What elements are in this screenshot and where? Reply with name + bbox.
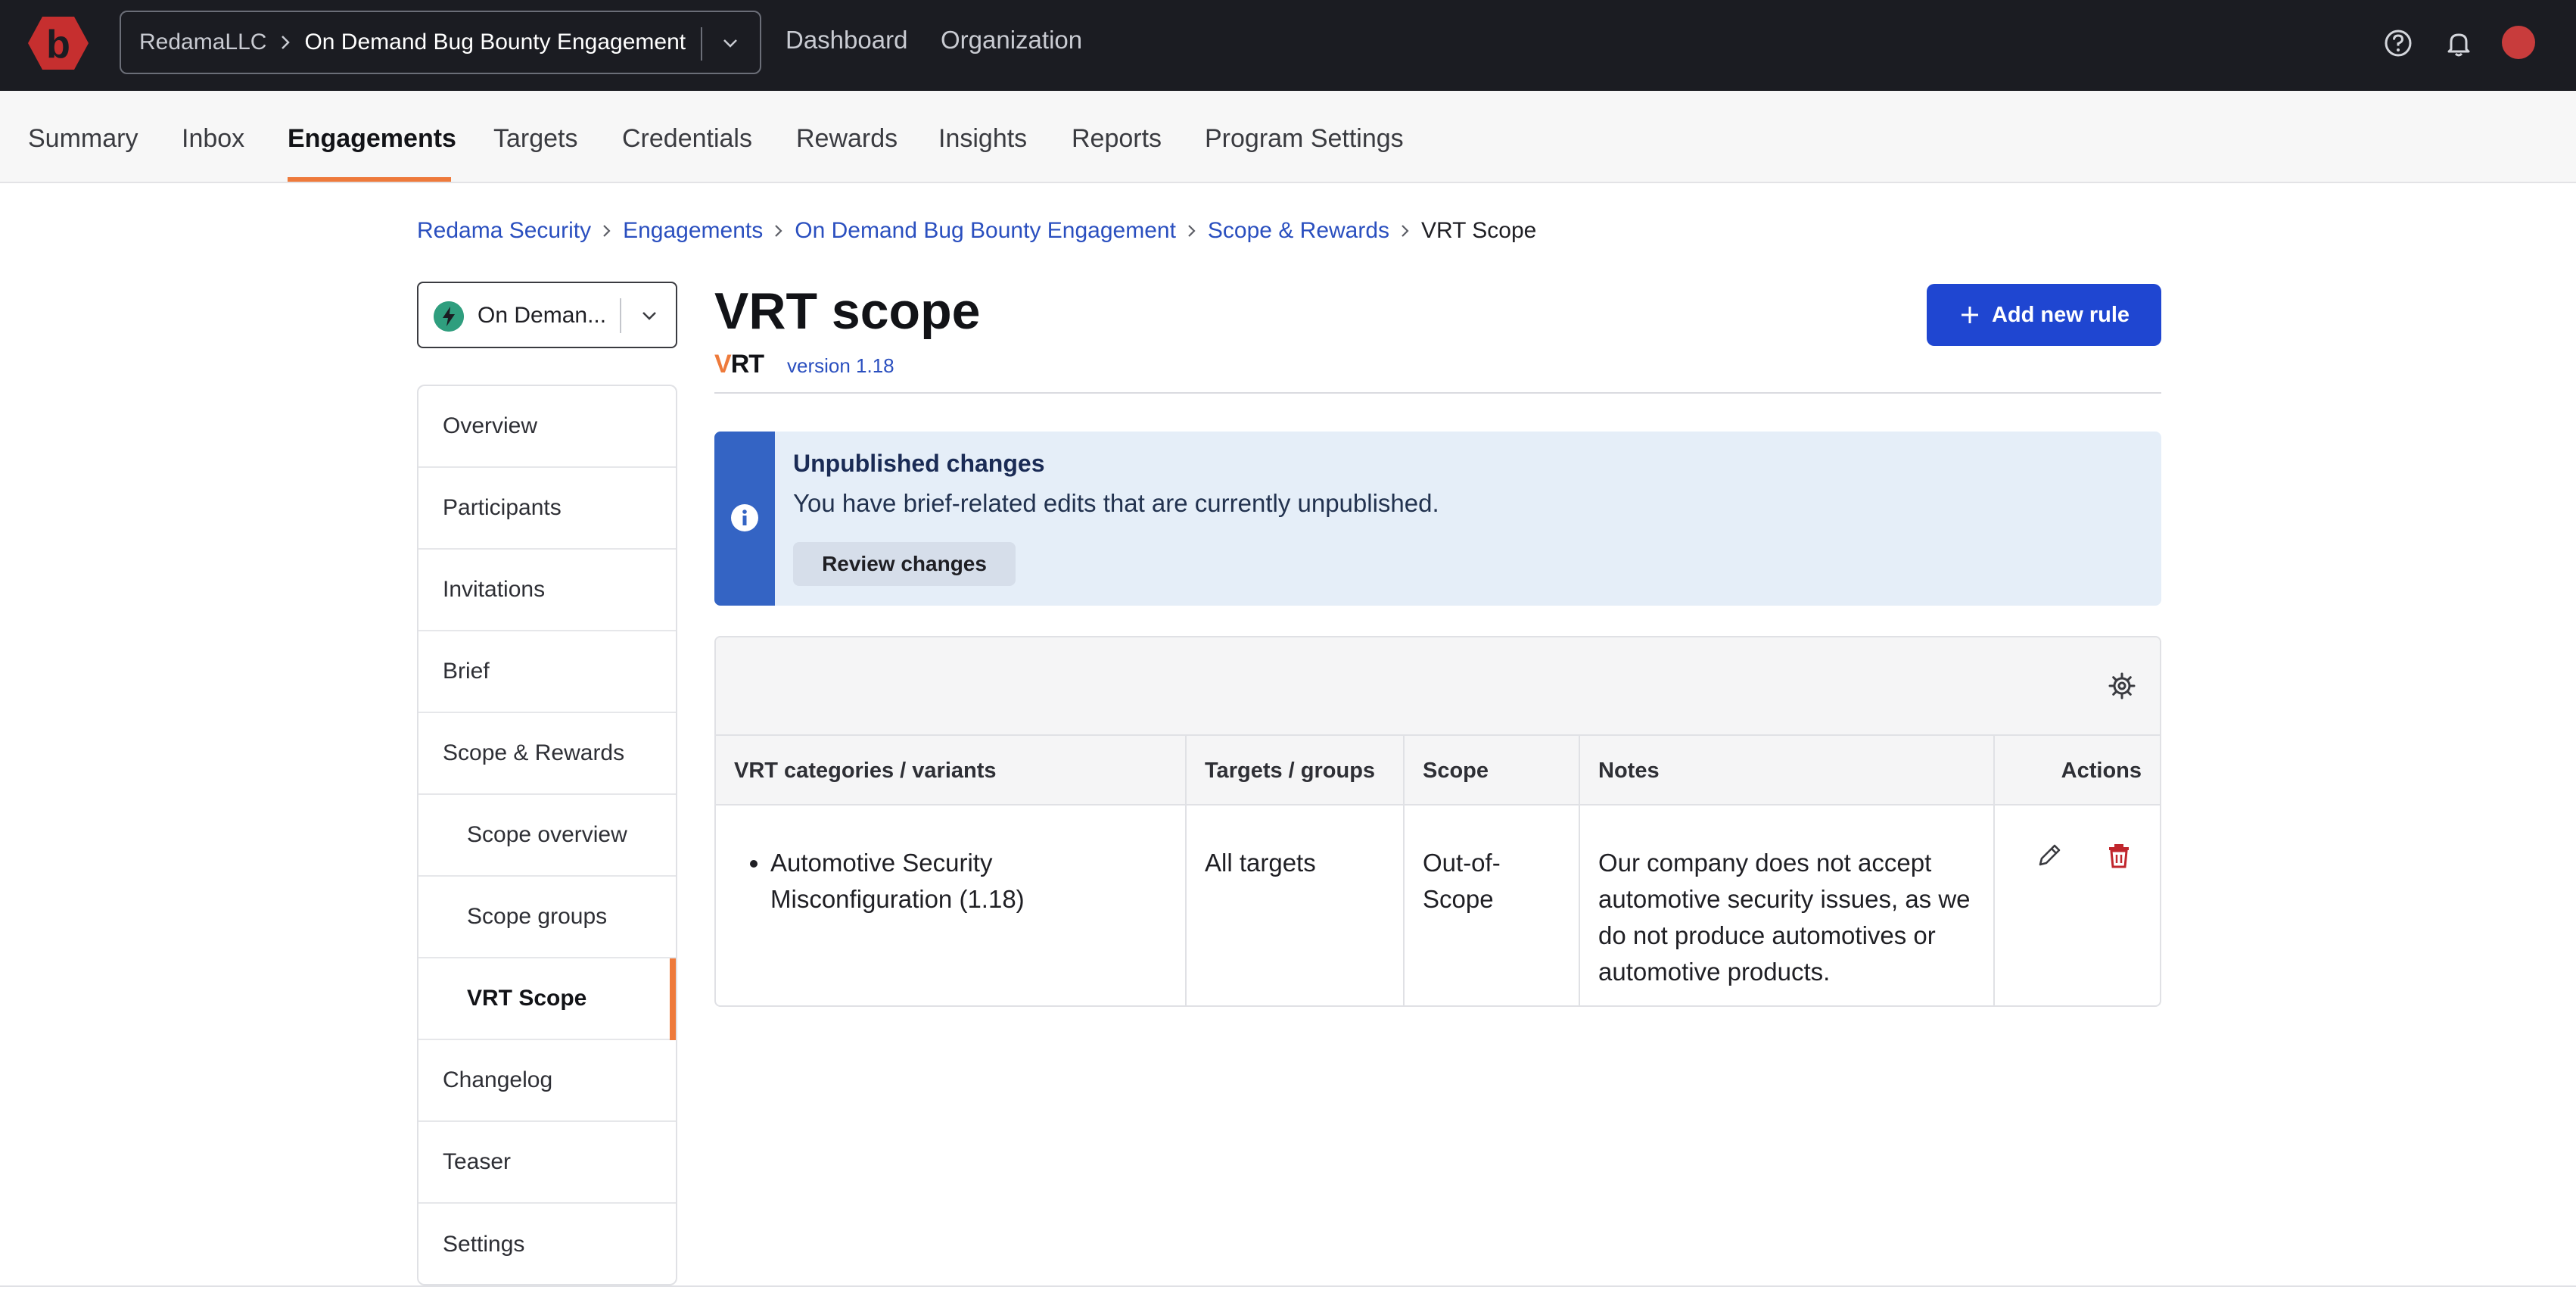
gear-icon[interactable] xyxy=(2107,671,2137,701)
org-name: RedamaLLC xyxy=(139,30,267,55)
svg-text:b: b xyxy=(46,23,70,67)
nav-dashboard[interactable]: Dashboard xyxy=(786,26,907,55)
column-header-notes[interactable]: Notes xyxy=(1580,736,1995,805)
engagement-select[interactable]: On Deman... xyxy=(417,282,677,348)
sidebar-item-brief[interactable]: Brief xyxy=(418,631,676,713)
column-header-scope[interactable]: Scope xyxy=(1405,736,1580,805)
select-divider xyxy=(701,27,702,61)
chevron-right-icon xyxy=(603,225,611,237)
sidebar-item-changelog[interactable]: Changelog xyxy=(418,1040,676,1122)
top-bar: b RedamaLLC On Demand Bug Bounty Engagem… xyxy=(0,0,2576,91)
table-toolbar xyxy=(716,637,2160,736)
vrt-logo: VRT xyxy=(714,350,764,379)
bugcrowd-logo-icon[interactable]: b xyxy=(27,15,89,71)
vrt-rules-table: VRT categories / variants Targets / grou… xyxy=(714,636,2161,1007)
list-item: Automotive Security Misconfiguration (1.… xyxy=(770,845,1167,918)
table-cell-scope: Out-of-Scope xyxy=(1405,805,1580,1005)
breadcrumb-redama-security[interactable]: Redama Security xyxy=(417,218,591,244)
sidebar-item-settings[interactable]: Settings xyxy=(418,1204,676,1284)
tab-summary[interactable]: Summary xyxy=(28,124,138,154)
info-icon xyxy=(731,504,758,531)
tab-targets[interactable]: Targets xyxy=(493,124,578,154)
category-list: Automotive Security Misconfiguration (1.… xyxy=(734,845,1167,918)
active-item-indicator xyxy=(670,958,676,1040)
sidebar-item-teaser[interactable]: Teaser xyxy=(418,1122,676,1204)
lightning-icon xyxy=(434,301,464,332)
trash-icon[interactable] xyxy=(2104,840,2134,871)
table-header: VRT categories / variants Targets / grou… xyxy=(716,736,2160,805)
unpublished-changes-notice: Unpublished changes You have brief-relat… xyxy=(714,432,2161,606)
table-cell-category: Automotive Security Misconfiguration (1.… xyxy=(716,805,1187,1005)
engagement-sidebar: Overview Participants Invitations Brief … xyxy=(417,385,677,1285)
pencil-icon[interactable] xyxy=(2034,840,2064,871)
page-title: VRT scope xyxy=(714,282,981,340)
nav-organization[interactable]: Organization xyxy=(941,26,1082,55)
tab-engagements[interactable]: Engagements xyxy=(288,124,456,154)
chevron-right-icon xyxy=(277,34,294,51)
header-divider xyxy=(714,392,2161,394)
table-cell-actions xyxy=(1995,805,2160,1005)
active-tab-indicator xyxy=(288,177,451,182)
review-changes-button[interactable]: Review changes xyxy=(793,542,1016,586)
chevron-right-icon xyxy=(1402,225,1409,237)
chevron-down-icon[interactable] xyxy=(717,30,743,56)
breadcrumb: Redama Security Engagements On Demand Bu… xyxy=(417,218,1536,244)
user-avatar[interactable] xyxy=(2502,26,2535,59)
tab-rewards[interactable]: Rewards xyxy=(796,124,898,154)
breadcrumb-engagement[interactable]: On Demand Bug Bounty Engagement xyxy=(795,218,1176,244)
tab-inbox[interactable]: Inbox xyxy=(182,124,244,154)
sidebar-item-invitations[interactable]: Invitations xyxy=(418,550,676,631)
tab-program-settings[interactable]: Program Settings xyxy=(1205,124,1404,154)
sidebar-item-vrt-scope[interactable]: VRT Scope xyxy=(418,958,676,1040)
notice-text: You have brief-related edits that are cu… xyxy=(793,489,1439,517)
help-icon[interactable] xyxy=(2382,27,2414,59)
chevron-right-icon xyxy=(775,225,782,237)
add-new-rule-label: Add new rule xyxy=(1991,302,2130,327)
vrt-version-link[interactable]: version 1.18 xyxy=(787,354,894,378)
column-header-vrt-categories[interactable]: VRT categories / variants xyxy=(716,736,1187,805)
sidebar-item-overview[interactable]: Overview xyxy=(418,386,676,468)
add-new-rule-button[interactable]: Add new rule xyxy=(1927,284,2161,346)
column-header-actions: Actions xyxy=(2061,758,2142,783)
table-cell-targets: All targets xyxy=(1187,805,1405,1005)
breadcrumb-engagements[interactable]: Engagements xyxy=(623,218,763,244)
engagement-name: On Demand Bug Bounty Engagement xyxy=(304,30,686,55)
tab-insights[interactable]: Insights xyxy=(938,124,1027,154)
notice-title: Unpublished changes xyxy=(793,450,1045,477)
tab-reports[interactable]: Reports xyxy=(1072,124,1162,154)
sidebar-item-label: VRT Scope xyxy=(467,986,587,1011)
program-tabs: Summary Inbox Engagements Targets Creden… xyxy=(0,91,2576,183)
chevron-down-icon[interactable] xyxy=(636,303,662,329)
table-cell-notes: Our company does not accept automotive s… xyxy=(1580,805,1995,1005)
tab-credentials[interactable]: Credentials xyxy=(622,124,752,154)
engagement-select-label: On Deman... xyxy=(478,303,607,328)
chevron-right-icon xyxy=(1188,225,1196,237)
organization-engagement-select[interactable]: RedamaLLC On Demand Bug Bounty Engagemen… xyxy=(120,11,761,74)
sidebar-item-scope-overview[interactable]: Scope overview xyxy=(418,795,676,877)
column-header-targets[interactable]: Targets / groups xyxy=(1187,736,1405,805)
breadcrumb-current: VRT Scope xyxy=(1421,218,1537,243)
page-bottom-divider xyxy=(0,1285,2576,1287)
select-divider xyxy=(620,298,621,333)
bell-icon[interactable] xyxy=(2443,27,2475,59)
sidebar-item-scope-rewards[interactable]: Scope & Rewards xyxy=(418,713,676,795)
plus-icon xyxy=(1961,307,1978,323)
breadcrumb-scope-rewards[interactable]: Scope & Rewards xyxy=(1208,218,1389,244)
sidebar-item-scope-groups[interactable]: Scope groups xyxy=(418,877,676,958)
sidebar-item-participants[interactable]: Participants xyxy=(418,468,676,550)
